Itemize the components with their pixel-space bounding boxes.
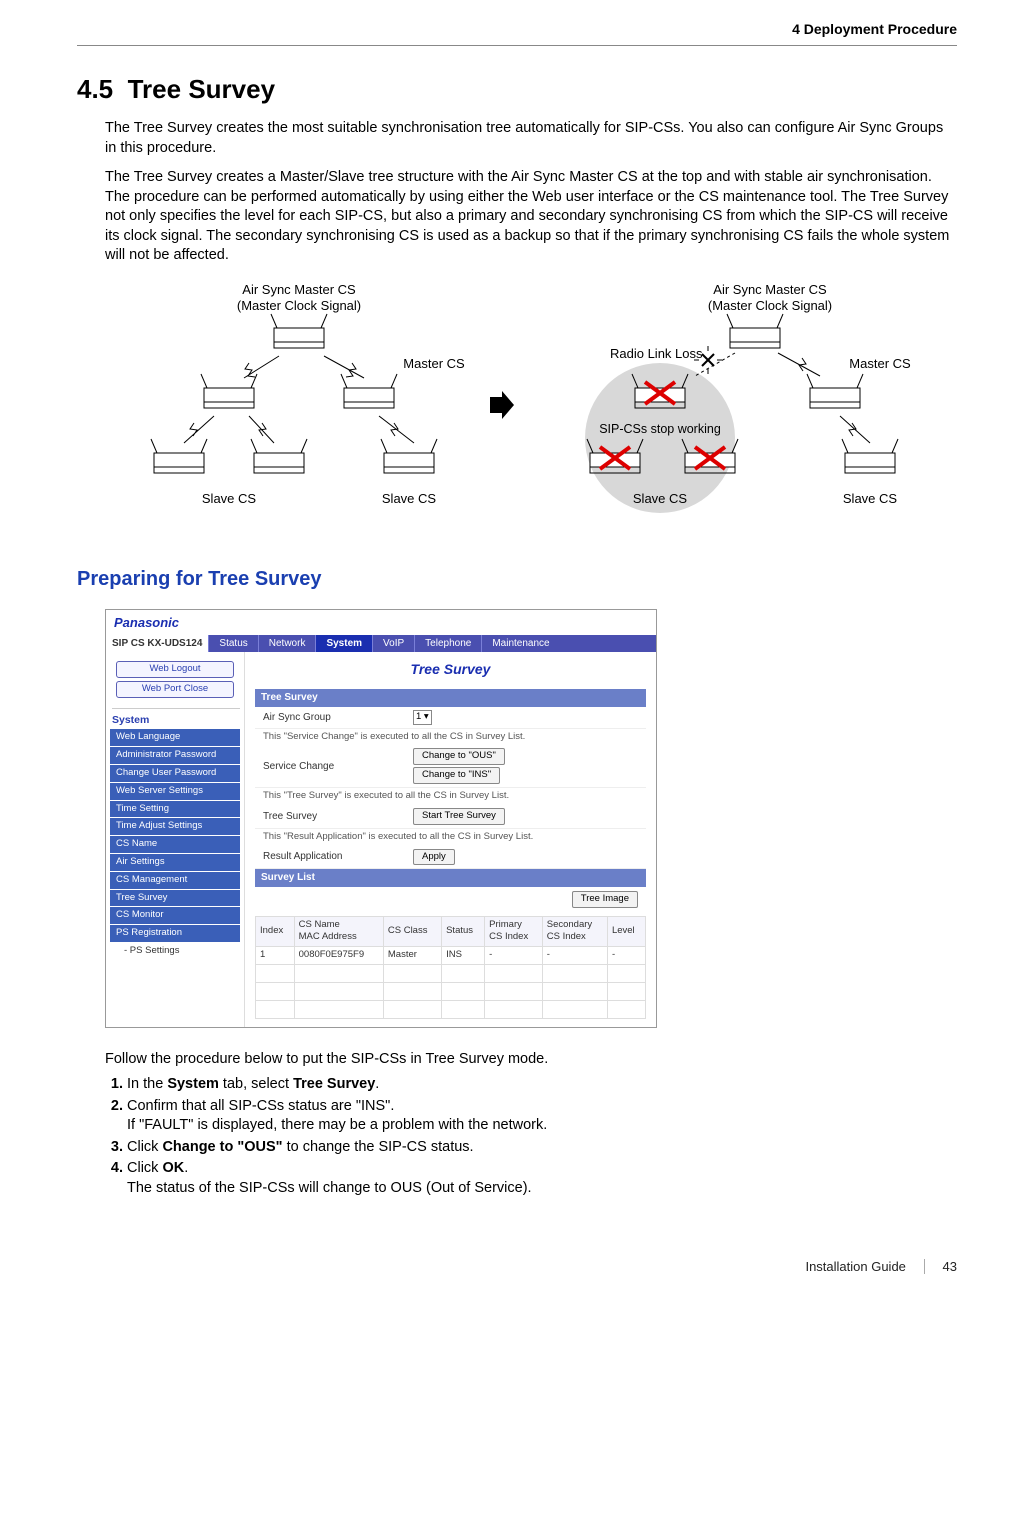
table-header: Level	[607, 916, 645, 947]
sidebar-item[interactable]: Air Settings	[110, 854, 240, 871]
table-row	[256, 982, 646, 1000]
tree-diagram: Air Sync Master CS (Master Clock Signal)…	[77, 278, 957, 538]
note-result-app: This "Result Application" is executed to…	[255, 829, 646, 846]
table-header: Status	[442, 916, 485, 947]
diag-label: Radio Link Loss	[610, 346, 703, 361]
table-header: SecondaryCS Index	[542, 916, 607, 947]
tab-maintenance[interactable]: Maintenance	[481, 635, 559, 652]
diag-label: Slave CS	[202, 491, 257, 506]
page-footer: Installation Guide 43	[77, 1258, 957, 1276]
diagram-left: Air Sync Master CS (Master Clock Signal)…	[114, 278, 484, 538]
sidebar-item[interactable]: Time Setting	[110, 801, 240, 818]
tab-network[interactable]: Network	[258, 635, 316, 652]
sidebar-item[interactable]: Web Server Settings	[110, 783, 240, 800]
diag-label: Master CS	[403, 356, 465, 371]
model-label: SIP CS KX-UDS124	[106, 635, 208, 652]
sidebar: Web Logout Web Port Close System Web Lan…	[106, 652, 245, 1026]
tree-image-button[interactable]: Tree Image	[572, 891, 638, 908]
air-sync-group-select[interactable]: 1 ▾	[413, 710, 432, 725]
footer-guide: Installation Guide	[805, 1259, 924, 1274]
section-para2: The Tree Survey creates a Master/Slave t…	[105, 168, 957, 266]
web-logout-button[interactable]: Web Logout	[116, 661, 234, 678]
section-para1: The Tree Survey creates the most suitabl…	[105, 119, 957, 158]
survey-list-section-bar: Survey List	[255, 869, 646, 887]
note-service-change: This "Service Change" is executed to all…	[255, 729, 646, 746]
note-tree-survey: This "Tree Survey" is executed to all th…	[255, 788, 646, 805]
diag-label: Slave CS	[382, 491, 437, 506]
sidebar-item[interactable]: CS Name	[110, 836, 240, 853]
diag-label: Master CS	[849, 356, 911, 371]
table-header: PrimaryCS Index	[485, 916, 543, 947]
diag-label: Slave CS	[843, 491, 898, 506]
change-to-ous-button[interactable]: Change to "OUS"	[413, 748, 505, 765]
tab-voip[interactable]: VoIP	[372, 635, 414, 652]
tab-system[interactable]: System	[315, 635, 372, 652]
table-row	[256, 965, 646, 983]
web-port-close-button[interactable]: Web Port Close	[116, 681, 234, 698]
start-tree-survey-button[interactable]: Start Tree Survey	[413, 808, 505, 825]
result-application-label: Result Application	[263, 850, 413, 864]
sidebar-item[interactable]: Time Adjust Settings	[110, 818, 240, 835]
sidebar-item[interactable]: Change User Password	[110, 765, 240, 782]
table-row: 10080F0E975F9MasterINS---	[256, 947, 646, 965]
sidebar-item[interactable]: CS Monitor	[110, 907, 240, 924]
brand-logo: Panasonic	[106, 610, 656, 636]
step-item: In the System tab, select Tree Survey.	[127, 1075, 957, 1095]
top-tabs: SIP CS KX-UDS124 StatusNetworkSystemVoIP…	[106, 635, 656, 652]
subsection-title: Preparing for Tree Survey	[77, 566, 957, 593]
diag-label: SIP-CSs stop working	[599, 422, 721, 436]
section-number: 4.5	[77, 74, 113, 104]
apply-button[interactable]: Apply	[413, 849, 455, 866]
step-item: Confirm that all SIP-CSs status are "INS…	[127, 1097, 957, 1136]
tab-telephone[interactable]: Telephone	[414, 635, 481, 652]
step-item: Click Change to "OUS" to change the SIP-…	[127, 1138, 957, 1158]
air-sync-group-label: Air Sync Group	[263, 711, 413, 725]
sidebar-item[interactable]: CS Management	[110, 872, 240, 889]
procedure-intro: Follow the procedure below to put the SI…	[105, 1050, 957, 1070]
tree-survey-label: Tree Survey	[263, 810, 413, 824]
sidebar-item[interactable]: Tree Survey	[110, 890, 240, 907]
table-row	[256, 1000, 646, 1018]
diag-label: Air Sync Master CS	[242, 282, 356, 297]
ui-screenshot: Panasonic SIP CS KX-UDS124 StatusNetwork…	[105, 609, 657, 1028]
diag-label: (Master Clock Signal)	[237, 298, 361, 313]
diag-label: Slave CS	[633, 491, 688, 506]
service-change-label: Service Change	[263, 760, 413, 774]
sidebar-item[interactable]: Web Language	[110, 729, 240, 746]
step-item: Click OK.The status of the SIP-CSs will …	[127, 1159, 957, 1198]
footer-page: 43	[943, 1259, 957, 1274]
table-header: CS Class	[383, 916, 441, 947]
diag-label: (Master Clock Signal)	[708, 298, 832, 313]
diagram-right: Air Sync Master CS (Master Clock Signal)…	[520, 278, 920, 538]
sidebar-sub-item[interactable]: - PS Settings	[110, 943, 240, 960]
arrow-right-icon	[488, 391, 516, 426]
diag-label: Air Sync Master CS	[713, 282, 827, 297]
tab-status[interactable]: Status	[208, 635, 257, 652]
tree-survey-section-bar: Tree Survey	[255, 689, 646, 707]
table-header: Index	[256, 916, 295, 947]
page-title: Tree Survey	[255, 660, 646, 679]
sidebar-item[interactable]: Administrator Password	[110, 747, 240, 764]
table-header: CS NameMAC Address	[294, 916, 383, 947]
survey-list-table: IndexCS NameMAC AddressCS ClassStatusPri…	[255, 916, 646, 1019]
header-chapter: 4 Deployment Procedure	[77, 20, 957, 46]
section-name: Tree Survey	[128, 74, 275, 104]
sidebar-item[interactable]: PS Registration	[110, 925, 240, 942]
procedure-steps: In the System tab, select Tree Survey.Co…	[105, 1075, 957, 1198]
change-to-ins-button[interactable]: Change to "INS"	[413, 767, 500, 784]
sidebar-section: System	[112, 708, 240, 727]
section-title: 4.5 Tree Survey	[77, 72, 957, 107]
